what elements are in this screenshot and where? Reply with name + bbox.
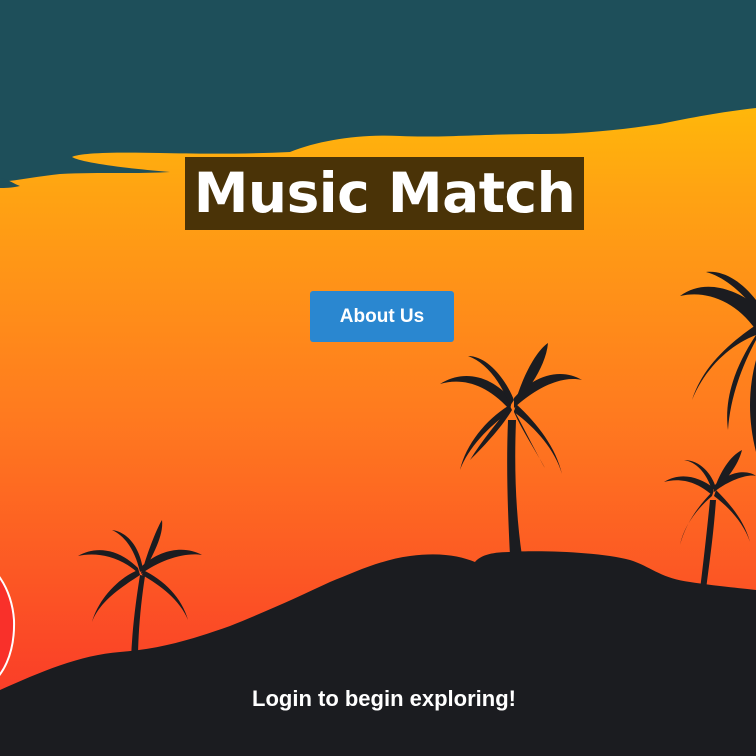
landing-page: Music Match About Us Login to begin expl… [0, 0, 756, 756]
about-us-button[interactable]: About Us [310, 291, 454, 342]
sunset-background [0, 0, 756, 756]
app-title: Music Match [185, 157, 584, 230]
login-prompt: Login to begin exploring! [252, 686, 516, 711]
